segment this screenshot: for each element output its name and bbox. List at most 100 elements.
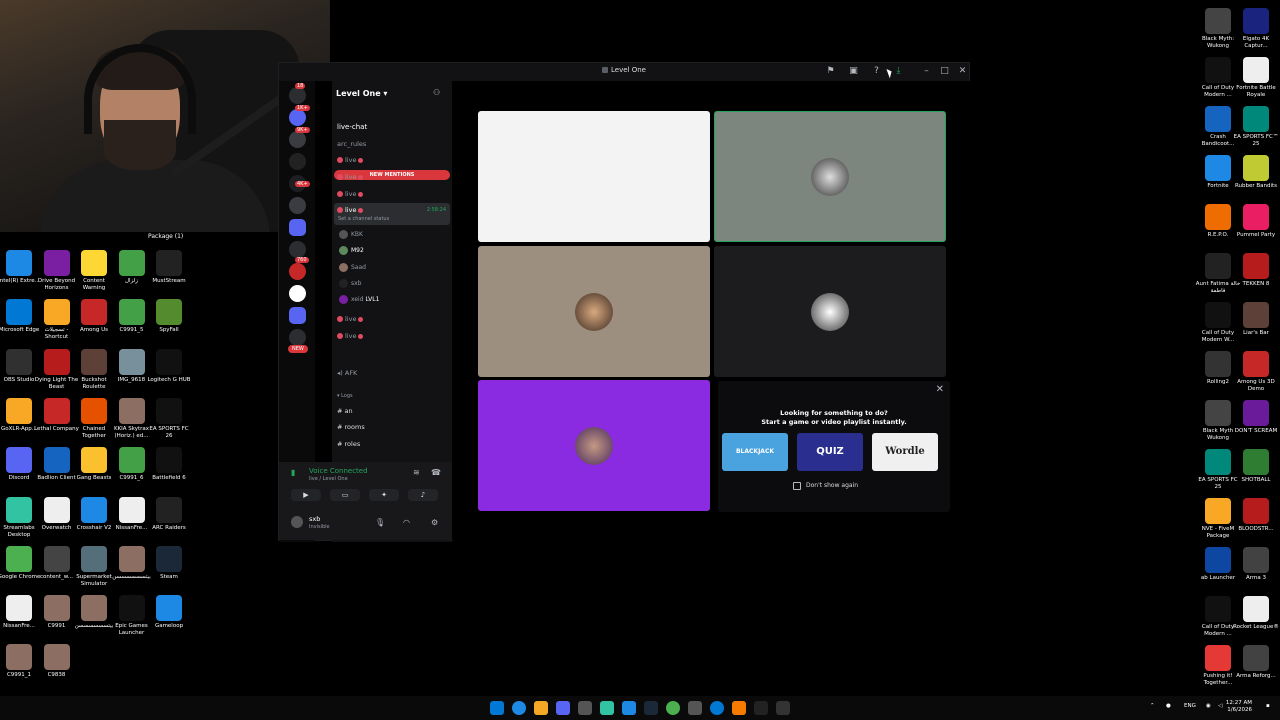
username[interactable]: sxb [309, 515, 320, 523]
desktop-icon[interactable]: Steam [146, 545, 192, 595]
voice-user[interactable]: sxb [339, 279, 362, 288]
channel-live[interactable]: live [337, 173, 363, 181]
voice-user[interactable]: KBK [339, 230, 363, 239]
disconnect-icon[interactable]: ☎ [431, 468, 441, 477]
app-icon[interactable] [622, 701, 636, 715]
minimize-icon[interactable]: – [921, 66, 932, 77]
channel-live[interactable]: live [337, 332, 363, 340]
voice-user[interactable]: M92 [339, 246, 364, 255]
close-icon[interactable]: ✕ [936, 384, 944, 395]
channel-afk[interactable]: ◂) AFK [337, 369, 357, 377]
desktop-icon[interactable]: TEKKEN 8 [1233, 253, 1279, 302]
add-friend-icon[interactable]: ⚇ [433, 88, 440, 97]
voice-connected-label[interactable]: Voice Connected [309, 467, 368, 475]
video-tile[interactable] [714, 111, 946, 242]
desktop-icon[interactable]: Arma Reforg... [1233, 645, 1279, 694]
voice-user[interactable]: Saad [339, 263, 366, 272]
folder-icon[interactable] [289, 219, 306, 236]
folder-icon[interactable] [289, 307, 306, 324]
desktop-icon[interactable]: EA SPORTS FC 26 [146, 397, 192, 447]
camera-button[interactable]: ▶ [291, 489, 321, 501]
clock[interactable]: 12:27 AM 1/6/2026 [1226, 700, 1252, 714]
desktop-icon[interactable]: Battlefield 6 [146, 447, 192, 496]
channel-status[interactable]: Set a channel status [338, 216, 389, 222]
desktop-icon[interactable]: Pummel Party [1233, 204, 1279, 253]
channel-rooms[interactable]: # rooms [337, 423, 365, 431]
game-card-wordle[interactable]: Wordle [872, 433, 938, 471]
server-icon[interactable] [289, 153, 306, 170]
soundboard-button[interactable]: ♪ [408, 489, 438, 501]
dont-show-checkbox[interactable] [793, 482, 801, 490]
edge-icon[interactable] [512, 701, 526, 715]
mic-icon[interactable]: 🎙 [375, 518, 385, 527]
server-icon[interactable] [289, 329, 306, 346]
desktop-icon[interactable]: EA SPORTS FC™ 25 [1233, 106, 1279, 155]
channel-live[interactable]: live [337, 190, 363, 198]
server-icon[interactable] [289, 197, 306, 214]
logitech-icon[interactable] [754, 701, 768, 715]
edge-icon[interactable] [710, 701, 724, 715]
language-indicator[interactable]: ENG [1184, 703, 1196, 709]
desktop-icon[interactable]: Rubber Bandits [1233, 155, 1279, 204]
active-channel[interactable]: live 2:58:24 Set a channel status [334, 203, 450, 225]
game-card-quiz[interactable]: QUIZ [797, 433, 863, 471]
game-card-blackjack[interactable]: BLACKJACK [722, 433, 788, 471]
discord-icon[interactable] [556, 701, 570, 715]
desktop-icon[interactable]: Rocket League® [1233, 596, 1279, 645]
desktop-icon[interactable]: C9838 [34, 644, 80, 693]
activities-button[interactable]: ✦ [369, 489, 399, 501]
channel-arc-rules[interactable]: arc_rules [337, 140, 366, 148]
channel-roles[interactable]: # roles [337, 440, 360, 448]
server-icon[interactable] [289, 109, 306, 126]
app-icon[interactable] [578, 701, 592, 715]
desktop-icon[interactable]: Fortnite Battle Royale [1233, 57, 1279, 106]
noise-suppression-icon[interactable]: ≋ [413, 468, 420, 477]
server-icon[interactable] [289, 241, 306, 258]
desktop-icon[interactable]: SHOTBALL [1233, 449, 1279, 498]
screen-icon[interactable]: ▣ [848, 66, 859, 77]
desktop-icon[interactable]: Among Us 3D Demo [1233, 351, 1279, 400]
help-icon[interactable]: ? [871, 66, 882, 77]
start-icon[interactable] [490, 701, 504, 715]
desktop-icon[interactable]: MustStream [146, 250, 192, 299]
desktop-icon[interactable]: Gameloop [146, 595, 192, 644]
channel-live-chat[interactable]: live-chat [337, 123, 367, 131]
headphones-icon[interactable]: ◠ [403, 518, 410, 527]
download-icon[interactable]: ⤓ [893, 66, 904, 77]
app-icon[interactable] [776, 701, 790, 715]
desktop-icon[interactable]: BLOODSTR... [1233, 498, 1279, 547]
inbox-icon[interactable]: ⚑ [825, 66, 836, 77]
close-icon[interactable]: ✕ [957, 66, 968, 77]
video-tile[interactable] [478, 380, 710, 511]
desktop-icon[interactable]: Liar's Bar [1233, 302, 1279, 351]
notification-icon[interactable]: ▪ [1266, 703, 1270, 709]
streamlabs-icon[interactable] [600, 701, 614, 715]
tray-chevron-icon[interactable]: ⌃ [1150, 703, 1155, 709]
category-logs[interactable]: ▾ Logs [337, 393, 353, 399]
desktop-icon[interactable]: Elgato 4K Captur... [1233, 8, 1279, 57]
avatar[interactable] [291, 516, 303, 528]
desktop-icon[interactable]: Logitech G HUB [146, 348, 192, 398]
settings-gear-icon[interactable]: ⚙ [431, 518, 438, 527]
server-icon[interactable] [289, 131, 306, 148]
chrome-icon[interactable] [666, 701, 680, 715]
channel-live[interactable]: live [337, 156, 363, 164]
mic-icon[interactable]: ● [1166, 703, 1171, 709]
maximize-icon[interactable]: □ [939, 66, 950, 77]
desktop-icon[interactable]: DON'T SCREAM [1233, 400, 1279, 449]
channel-an[interactable]: # an [337, 407, 353, 415]
explorer-icon[interactable] [534, 701, 548, 715]
video-tile[interactable] [478, 246, 710, 377]
server-name[interactable]: Level One ▾ [336, 89, 387, 98]
wifi-icon[interactable]: ◉ [1206, 703, 1211, 709]
voice-user[interactable]: xeid LVL1 [339, 295, 379, 304]
server-icon[interactable] [289, 285, 306, 302]
app-icon[interactable] [732, 701, 746, 715]
desktop-icon[interactable]: ARC Raiders [146, 496, 192, 546]
video-tile[interactable] [714, 246, 946, 377]
video-tile[interactable] [478, 111, 710, 242]
voice-location[interactable]: live / Level One [309, 476, 348, 482]
screen-share-button[interactable]: ▭ [330, 489, 360, 501]
server-icon[interactable] [289, 87, 306, 104]
server-icon[interactable] [289, 263, 306, 280]
